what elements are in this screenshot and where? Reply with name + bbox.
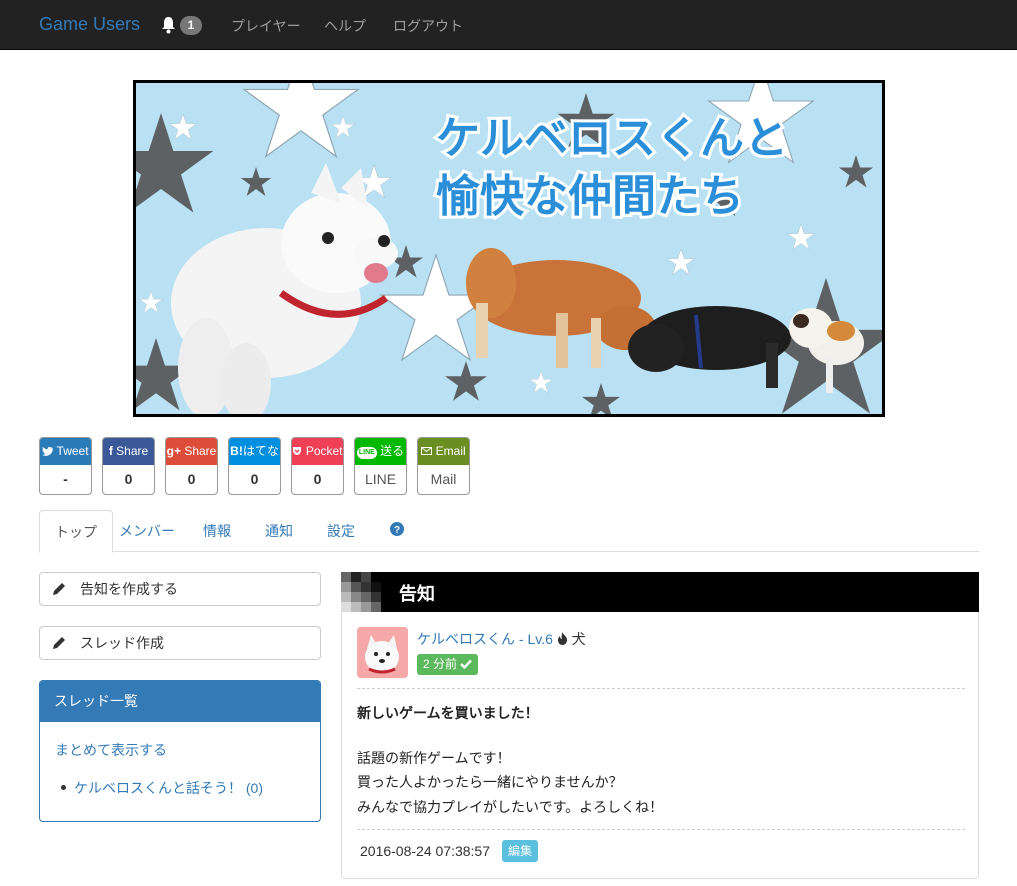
divider (357, 688, 965, 689)
post-title: 新しいゲームを買いました！ (357, 705, 539, 721)
nav-link-help[interactable]: ヘルプ (324, 16, 366, 36)
share-twitter-label: Tweet (56, 444, 89, 458)
pocket-icon (293, 447, 302, 455)
nav-link-logout[interactable]: ログアウト (393, 16, 463, 36)
share-pocket-label: Pocket (305, 444, 343, 458)
share-googleplus-count: 0 (187, 471, 196, 487)
tab-help[interactable]: ? (375, 510, 419, 552)
line-icon: LINE (356, 447, 377, 459)
share-line-count: LINE (364, 471, 397, 487)
nav-link-players[interactable]: プレイヤー (231, 16, 301, 36)
notice-header: 告知 (341, 572, 979, 612)
banner-title-line2: 愉快な仲間たち (436, 172, 744, 221)
avatar[interactable] (357, 627, 408, 678)
notice-heading: 告知 (399, 584, 435, 605)
create-thread-label: スレッド作成 (80, 635, 164, 651)
share-email-label: Email (435, 444, 466, 458)
top-navbar: Game Users 1 プレイヤー ヘルプ ログアウト (0, 0, 1017, 50)
divider (357, 829, 965, 830)
share-email-button[interactable]: Email Mail (417, 437, 470, 495)
brand-link[interactable]: Game Users (39, 14, 140, 35)
share-line-label: 送る (380, 444, 405, 458)
notification-count-badge: 1 (180, 16, 202, 35)
share-twitter-button[interactable]: Tweet - (39, 437, 92, 495)
share-hatena-label: はてな (242, 444, 279, 458)
show-all-threads-link[interactable]: まとめて表示する (55, 740, 167, 760)
pencil-icon (53, 637, 65, 649)
check-icon (460, 659, 473, 670)
google-plus-icon: g+ (166, 444, 181, 458)
question-circle-icon: ? (390, 522, 404, 536)
bell-icon (162, 17, 175, 34)
notice-post-card: ケルベロスくん - Lv.6 犬 2 分前 新しいゲームを買いました！ 話題の新… (341, 612, 979, 879)
tab-members[interactable]: メンバー (104, 510, 190, 552)
posted-time-badge: 2 分前 (417, 654, 479, 675)
checker-pattern-icon (341, 572, 381, 612)
tab-info[interactable]: 情報 (188, 510, 246, 552)
share-googleplus-button[interactable]: g+ Share 0 (165, 437, 218, 495)
share-pocket-button[interactable]: Pocket 0 (291, 437, 344, 495)
share-line-button[interactable]: LINE 送る LINE (354, 437, 407, 495)
thread-list-item[interactable]: ケルベロスくんと話そう！ (0) (61, 778, 263, 798)
create-notice-button[interactable]: 告知を作成する (39, 572, 321, 606)
share-pocket-count: 0 (313, 471, 322, 487)
twitter-icon (42, 447, 54, 456)
share-facebook-count: 0 (124, 471, 133, 487)
notifications-button[interactable]: 1 (160, 15, 204, 37)
post-body-line: みんなで協力プレイがしたいです。よろしくね！ (357, 799, 664, 815)
create-notice-label: 告知を作成する (80, 581, 178, 597)
share-email-count: Mail (430, 471, 457, 487)
post-date: 2016-08-24 07:38:57 (360, 843, 490, 859)
flame-icon (557, 632, 567, 645)
share-hatena-count: 0 (250, 471, 259, 487)
pencil-icon (53, 583, 65, 595)
group-tabs: トップ メンバー 情報 通知 設定 ? (39, 510, 979, 553)
tab-top[interactable]: トップ (39, 510, 113, 553)
group-banner-image: ケルベロスくんと 愉快な仲間たち (133, 80, 885, 417)
share-googleplus-label: Share (184, 444, 217, 458)
hatena-icon: B! (230, 444, 243, 458)
svg-text:?: ? (394, 525, 400, 536)
thread-list-title: スレッド一覧 (40, 681, 320, 722)
tab-notifications[interactable]: 通知 (250, 510, 308, 552)
create-thread-button[interactable]: スレッド作成 (39, 626, 321, 660)
share-twitter-count: - (63, 471, 68, 487)
facebook-icon: f (108, 444, 113, 458)
share-facebook-button[interactable]: f Share 0 (102, 437, 155, 495)
share-facebook-label: Share (116, 444, 149, 458)
post-body-line: 話題の新作ゲームです！ (357, 750, 511, 766)
poster-info: ケルベロスくん - Lv.6 犬 (417, 629, 586, 649)
banner-title-line1: ケルベロスくんと (436, 114, 788, 163)
mail-icon (421, 447, 433, 455)
share-hatena-button[interactable]: B!はてな 0 (228, 437, 281, 495)
edit-button[interactable]: 編集 (502, 840, 539, 862)
thread-list-panel: スレッド一覧 まとめて表示する ケルベロスくんと話そう！ (0) (39, 680, 321, 822)
posted-time-label: 2 分前 (423, 657, 458, 671)
post-body-line: 買った人よかったら一緒にやりませんか？ (357, 774, 623, 790)
poster-name-link[interactable]: ケルベロスくん - Lv.6 (417, 631, 553, 647)
tab-settings[interactable]: 設定 (312, 510, 370, 552)
poster-kind: 犬 (571, 631, 586, 647)
